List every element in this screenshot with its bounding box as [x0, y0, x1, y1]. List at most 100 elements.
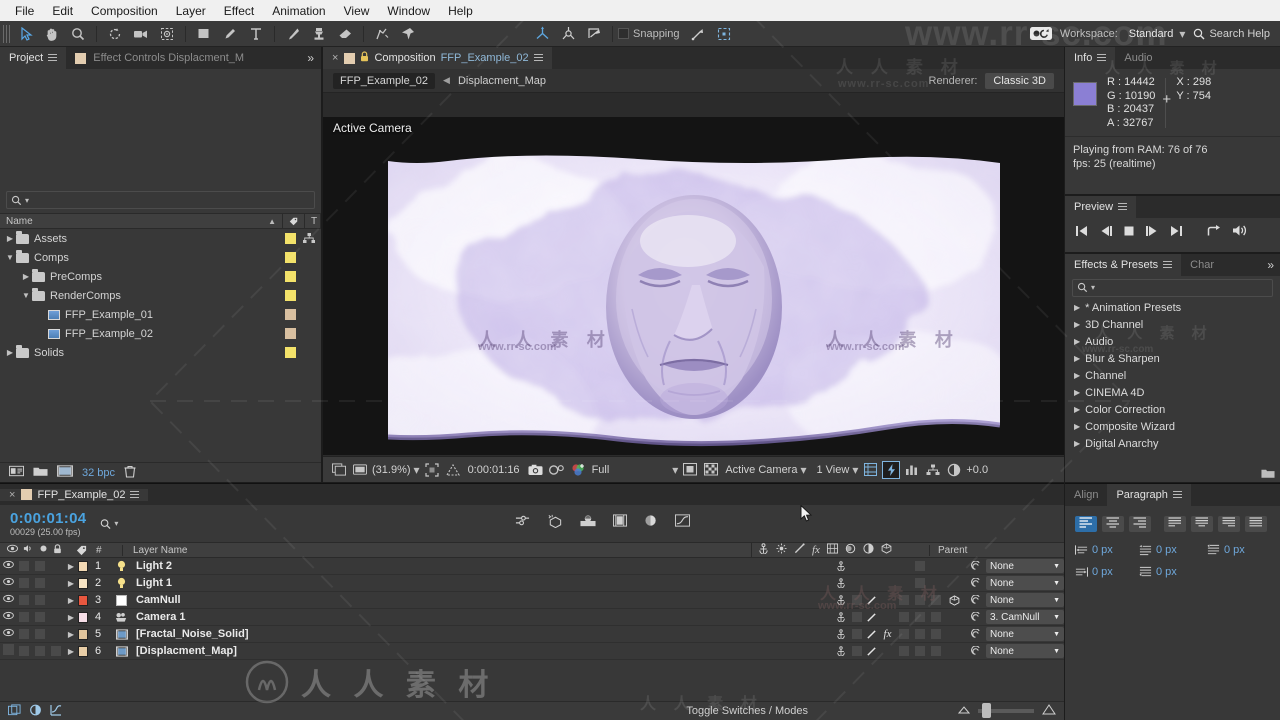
layer-name[interactable]: Light 1 [129, 577, 833, 589]
view-axis-mode-icon[interactable] [581, 22, 607, 46]
parent-pickwhip-icon[interactable] [964, 594, 986, 606]
project-item[interactable]: FFP_Example_01 [0, 305, 321, 324]
rotation-tool[interactable] [102, 22, 128, 46]
tab-project[interactable]: Project [0, 47, 67, 69]
layer-frame-blend-switch[interactable] [896, 646, 912, 656]
pen-tool[interactable] [217, 22, 243, 46]
layer-quality-switch[interactable] [864, 612, 879, 623]
justify-last-left-button[interactable] [1164, 516, 1186, 532]
column-label[interactable] [283, 214, 305, 228]
layer-frame-blend-switch[interactable] [896, 595, 912, 605]
camera-chevron-down-icon[interactable]: ▾ [800, 463, 806, 477]
zoom-in-icon[interactable] [1042, 704, 1056, 718]
new-composition-icon[interactable] [57, 465, 73, 480]
tab-info[interactable]: Info [1065, 47, 1116, 69]
layer-audio-toggle[interactable] [16, 561, 32, 571]
effects-category-row[interactable]: ▶ CINEMA 4D [1065, 384, 1280, 401]
disclosure-triangle-icon[interactable]: ▶ [1074, 320, 1080, 329]
timeline-layer-row[interactable]: ▶ 5 [Fractal_Noise_Solid] fx None ▼ [0, 626, 1064, 643]
tab-preview[interactable]: Preview [1065, 196, 1137, 218]
layer-adjustment-switch[interactable] [928, 646, 944, 656]
clone-stamp-tool[interactable] [306, 22, 332, 46]
world-axis-mode-icon[interactable] [555, 22, 581, 46]
project-item[interactable]: ▶ Solids [0, 343, 321, 362]
effects-category-row[interactable]: ▶ * Animation Presets [1065, 299, 1280, 316]
tab-align[interactable]: Align [1065, 484, 1108, 506]
layer-3d-switch[interactable] [944, 594, 964, 606]
renderer-value[interactable]: Classic 3D [985, 72, 1054, 89]
tab-composition[interactable]: × Composition FFP_Example_02 [323, 47, 552, 69]
search-input[interactable]: ▾ [6, 191, 315, 209]
close-icon[interactable]: × [332, 52, 338, 64]
disclosure-triangle-icon[interactable]: ▶ [20, 272, 32, 281]
tab-audio[interactable]: Audio [1115, 47, 1162, 69]
view-layout-value[interactable]: 1 View [817, 464, 850, 476]
space-before-field[interactable]: 0 px [1207, 544, 1265, 556]
hide-shy-layers-icon[interactable] [580, 514, 596, 531]
layer-visibility-toggle[interactable] [0, 577, 16, 589]
layer-visibility-toggle[interactable] [0, 594, 16, 606]
layer-label-color[interactable] [78, 594, 88, 606]
layer-disclosure-triangle-icon[interactable]: ▶ [64, 596, 78, 605]
layer-adjustment-switch[interactable] [928, 612, 944, 622]
active-camera-value[interactable]: Active Camera [725, 464, 797, 476]
layer-frame-blend-switch[interactable] [896, 629, 912, 639]
timeline-layer-row[interactable]: ▶ 1 Light 2 None ▼ [0, 558, 1064, 575]
layer-motion-blur-switch[interactable] [912, 578, 928, 588]
layer-audio-toggle[interactable] [16, 612, 32, 622]
timeline-search-input[interactable]: ▾ [96, 515, 118, 533]
layer-audio-toggle[interactable] [16, 578, 32, 588]
parent-dropdown[interactable]: 3. CamNull ▼ [986, 610, 1064, 624]
current-time-display[interactable]: 0:00:01:04 00029 (25.00 fps) [10, 511, 86, 537]
layer-anchor-switch[interactable] [833, 646, 849, 656]
layer-quality-switch[interactable] [864, 646, 879, 657]
layer-quality-switch[interactable] [864, 629, 879, 640]
layer-adjustment-switch[interactable] [928, 595, 944, 605]
project-item[interactable]: FFP_Example_02 [0, 324, 321, 343]
align-right-button[interactable] [1129, 516, 1151, 532]
exposure-reset-icon[interactable] [945, 461, 963, 479]
toggle-viewer-icon[interactable] [351, 461, 369, 479]
column-type[interactable]: T [305, 214, 321, 228]
parent-pickwhip-icon[interactable] [964, 628, 986, 640]
layer-disclosure-triangle-icon[interactable]: ▶ [64, 579, 78, 588]
motion-blur-icon[interactable] [644, 514, 658, 531]
disclosure-triangle-icon[interactable]: ▶ [1074, 405, 1080, 414]
disclosure-triangle-icon[interactable]: ▶ [1074, 303, 1080, 312]
region-of-interest-icon[interactable] [423, 461, 441, 479]
comp-flowchart-icon[interactable] [924, 461, 942, 479]
zoom-slider-handle[interactable] [982, 703, 991, 718]
layer-name[interactable]: [Fractal_Noise_Solid] [129, 628, 833, 640]
graph-editor-toggle-icon[interactable] [50, 704, 62, 719]
interpret-footage-icon[interactable] [9, 465, 24, 480]
pan-behind-tool[interactable] [154, 22, 180, 46]
layer-disclosure-triangle-icon[interactable]: ▶ [64, 630, 78, 639]
first-frame-icon[interactable] [1075, 225, 1089, 240]
effects-category-row[interactable]: ▶ 3D Channel [1065, 316, 1280, 333]
justify-last-center-button[interactable] [1191, 516, 1213, 532]
live-update-icon[interactable] [515, 514, 530, 531]
resolution-chevron-down-icon[interactable]: ▾ [672, 463, 678, 477]
layer-anchor-switch[interactable] [833, 578, 849, 588]
disclosure-triangle-icon[interactable]: ▼ [4, 253, 16, 262]
type-tool[interactable] [243, 22, 269, 46]
panel-menu-icon[interactable] [48, 54, 58, 62]
space-after-field[interactable]: 0 px [1139, 566, 1201, 578]
indent-first-line-field[interactable]: 0 px [1139, 544, 1201, 556]
layer-disclosure-triangle-icon[interactable]: ▶ [64, 613, 78, 622]
layer-motion-blur-switch[interactable] [912, 595, 928, 605]
show-snapshot-icon[interactable] [548, 461, 566, 479]
label-color-swatch[interactable] [285, 347, 296, 358]
parent-dropdown[interactable]: None ▼ [986, 644, 1064, 658]
snap-bounds-icon[interactable] [711, 22, 737, 46]
justify-all-button[interactable] [1245, 516, 1267, 532]
parent-pickwhip-icon[interactable] [964, 560, 986, 572]
timeline-layer-row[interactable]: ▶ 2 Light 1 None ▼ [0, 575, 1064, 592]
menu-item-effect[interactable]: Effect [215, 2, 263, 20]
layer-name[interactable]: CamNull [129, 594, 833, 606]
disclosure-triangle-icon[interactable]: ▶ [1074, 354, 1080, 363]
new-folder-icon[interactable] [1261, 468, 1275, 482]
panel-menu-icon[interactable] [1097, 54, 1107, 62]
parent-dropdown[interactable]: None ▼ [986, 559, 1064, 573]
effects-category-row[interactable]: ▶ Channel [1065, 367, 1280, 384]
